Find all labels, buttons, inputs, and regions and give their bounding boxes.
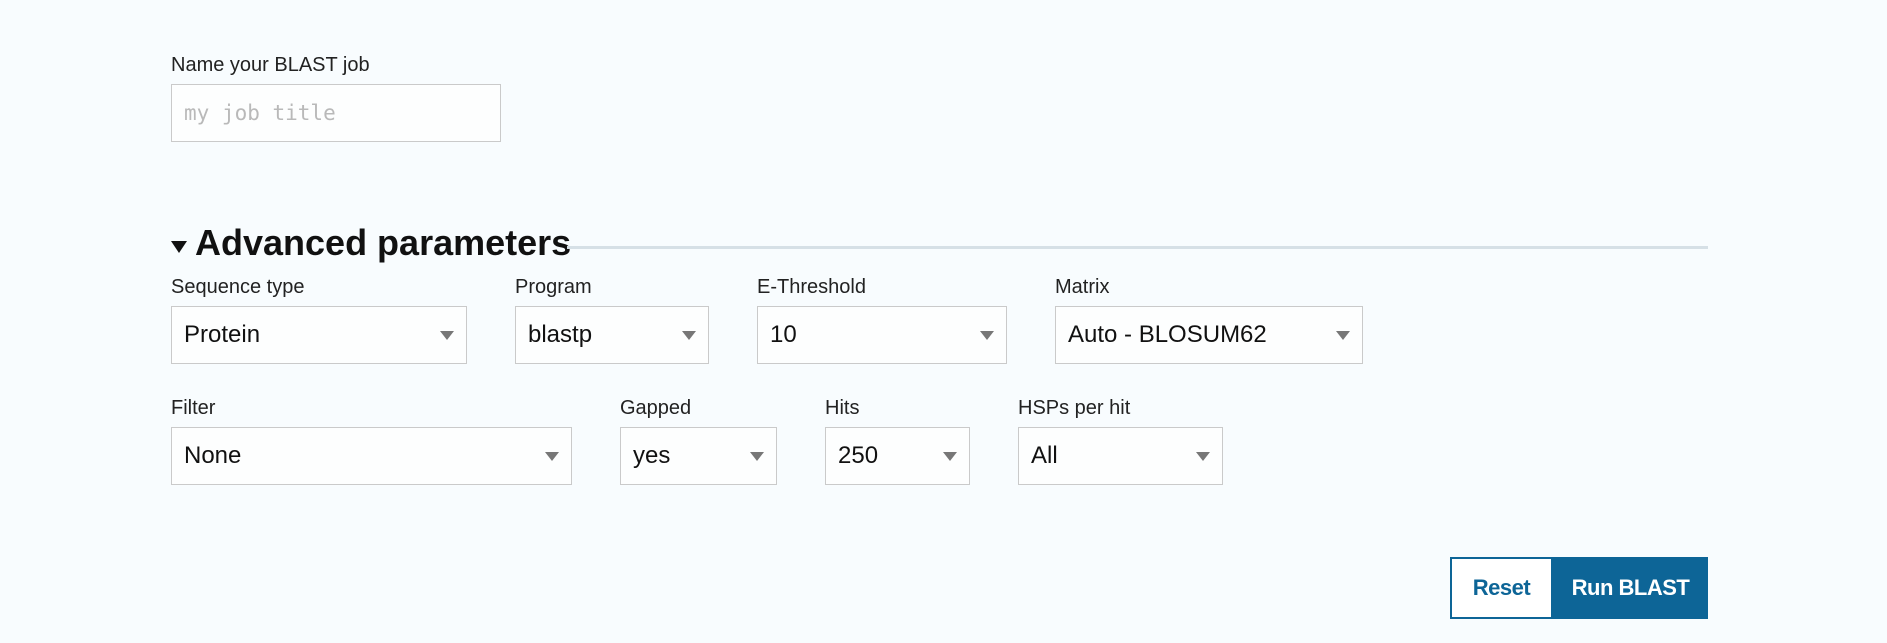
filter-label: Filter: [171, 397, 216, 419]
triangle-down-icon: [171, 241, 187, 253]
hits-select[interactable]: 250: [825, 427, 970, 485]
program-label: Program: [515, 276, 592, 298]
gapped-value: yes: [633, 442, 671, 469]
hsps-per-hit-select[interactable]: All: [1018, 427, 1223, 485]
section-divider: [567, 246, 1708, 249]
dropdown-caret-icon: [1336, 331, 1350, 340]
e-threshold-select[interactable]: 10: [757, 306, 1007, 364]
dropdown-caret-icon: [682, 331, 696, 340]
hits-value: 250: [838, 442, 879, 469]
hsps-per-hit-label: HSPs per hit: [1018, 397, 1131, 419]
sequence-type-select[interactable]: Protein: [171, 306, 467, 364]
dropdown-caret-icon: [440, 331, 454, 340]
job-title-input[interactable]: [171, 84, 501, 142]
gapped-label: Gapped: [620, 397, 692, 419]
matrix-select[interactable]: Auto - BLOSUM62: [1055, 306, 1363, 364]
matrix-label: Matrix: [1055, 276, 1110, 298]
job-title-label: Name your BLAST job: [171, 54, 370, 76]
program-select[interactable]: blastp: [515, 306, 709, 364]
hits-label: Hits: [825, 397, 860, 419]
dropdown-caret-icon: [545, 452, 559, 461]
program-value: blastp: [528, 321, 593, 348]
advanced-parameters-toggle[interactable]: Advanced parameters: [171, 220, 571, 266]
gapped-select[interactable]: yes: [620, 427, 777, 485]
filter-value: None: [184, 442, 242, 469]
dropdown-caret-icon: [1196, 452, 1210, 461]
e-threshold-label: E-Threshold: [757, 276, 866, 298]
e-threshold-value: 10: [770, 321, 797, 348]
sequence-type-label: Sequence type: [171, 276, 305, 298]
matrix-value: Auto - BLOSUM62: [1068, 321, 1267, 348]
reset-button[interactable]: Reset: [1450, 557, 1553, 619]
dropdown-caret-icon: [980, 331, 994, 340]
dropdown-caret-icon: [943, 452, 957, 461]
advanced-parameters-heading: Advanced parameters: [195, 222, 572, 263]
run-blast-button[interactable]: Run BLAST: [1553, 557, 1708, 619]
hsps-per-hit-value: All: [1031, 442, 1058, 469]
dropdown-caret-icon: [750, 452, 764, 461]
filter-select[interactable]: None: [171, 427, 572, 485]
sequence-type-value: Protein: [184, 321, 261, 348]
